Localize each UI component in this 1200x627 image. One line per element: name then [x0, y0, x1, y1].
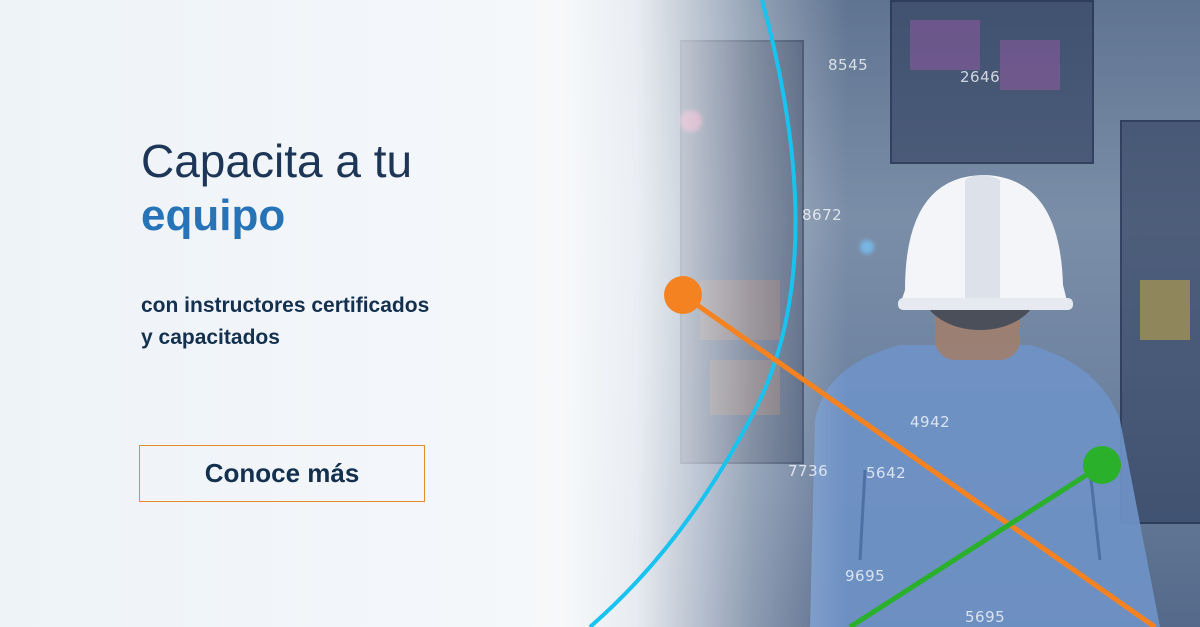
- promo-banner: 8545 2646 8672 4942 7736 5642 9695 5695 …: [0, 0, 1200, 627]
- subheading: con instructores certificados y capacita…: [141, 290, 561, 354]
- subheading-line2: y capacitados: [141, 326, 280, 349]
- headline: Capacita a tu equipo: [141, 138, 412, 238]
- green-line: [848, 462, 1104, 627]
- subheading-line1: con instructores certificados: [141, 294, 430, 317]
- headline-line1: Capacita a tu: [141, 135, 413, 187]
- green-dot: [1083, 446, 1121, 484]
- cyan-arc: [588, 0, 798, 627]
- orange-dot: [664, 276, 702, 314]
- headline-line2: equipo: [141, 191, 286, 240]
- conoce-mas-button[interactable]: Conoce más: [139, 445, 425, 502]
